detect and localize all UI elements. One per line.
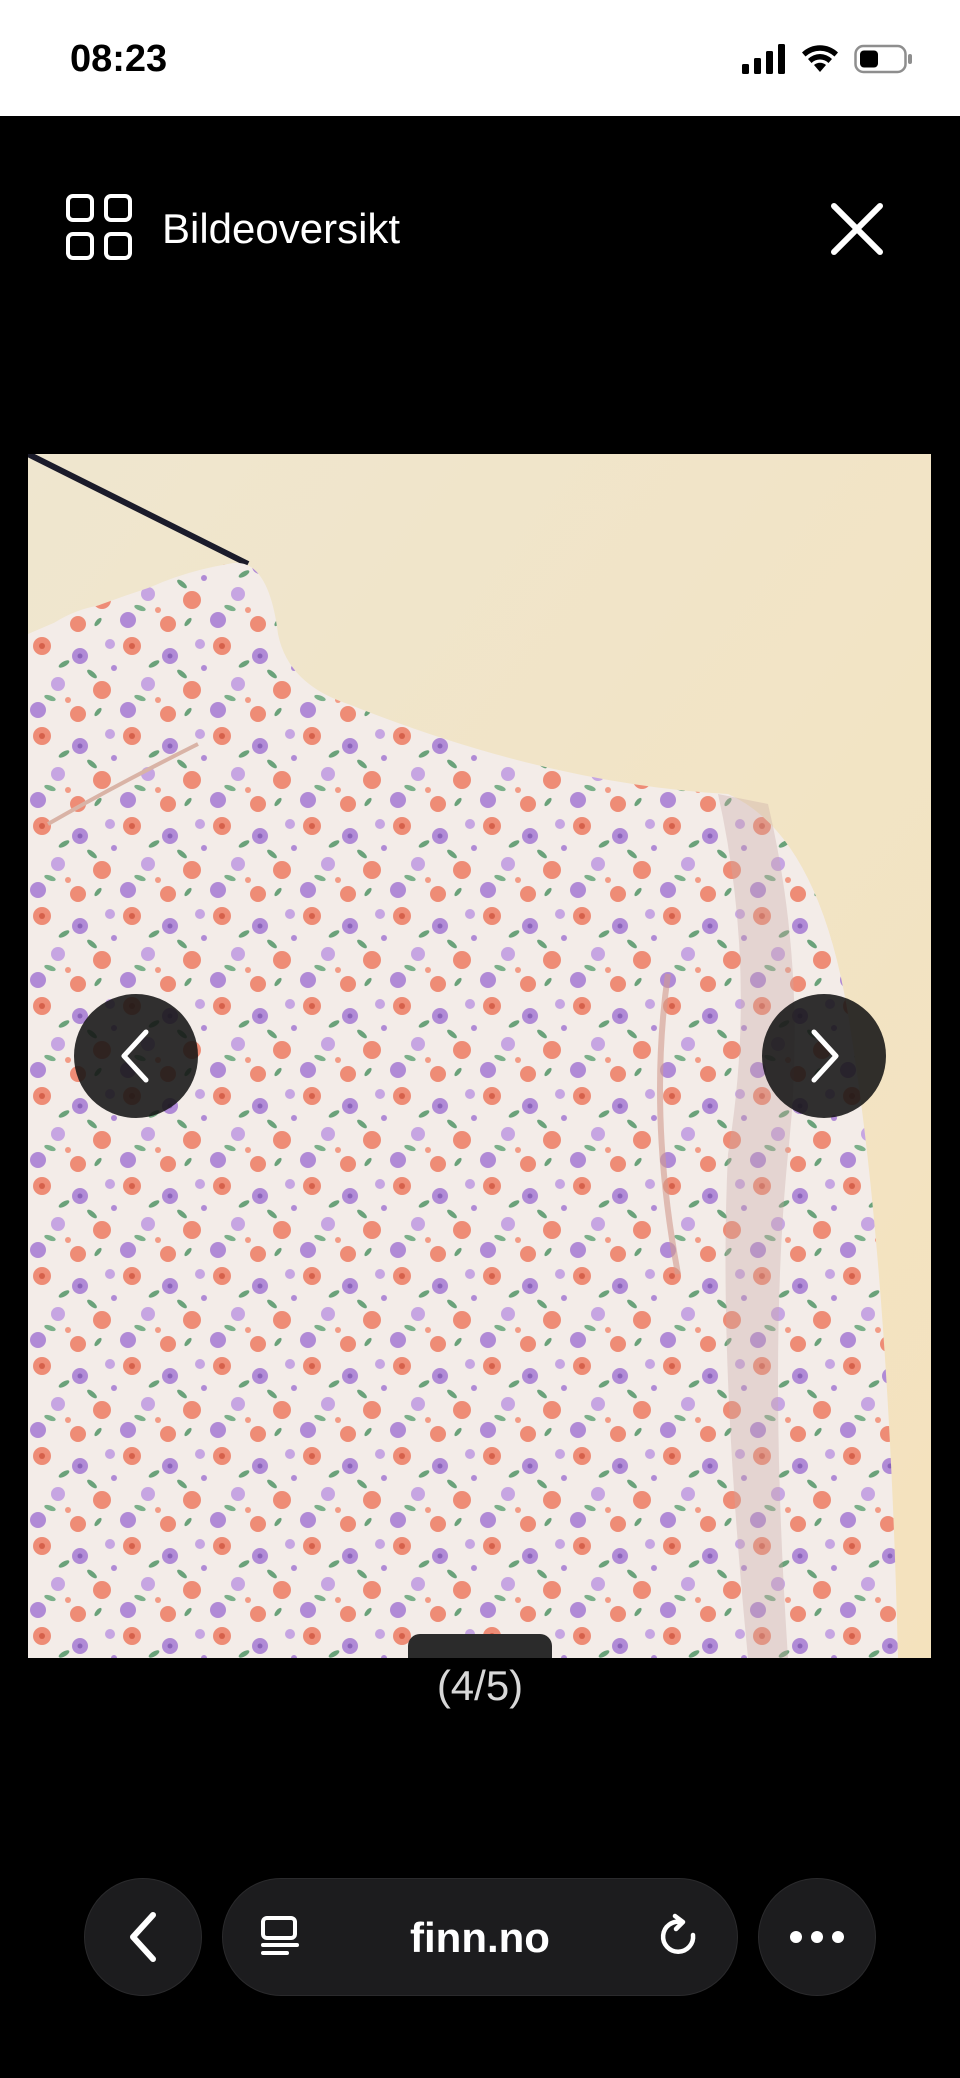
browser-back-button[interactable] [84, 1878, 202, 1996]
more-button[interactable] [758, 1878, 876, 1996]
image-overview-button[interactable]: Bildeoversikt [66, 193, 401, 265]
close-button[interactable] [828, 200, 886, 258]
chevron-left-icon [121, 1029, 149, 1083]
browser-toolbar: finn.no [0, 1860, 960, 2000]
more-icon [790, 1931, 844, 1943]
next-image-button[interactable] [762, 994, 886, 1118]
battery-icon [854, 44, 914, 79]
status-bar: 08:23 [0, 0, 960, 116]
status-icons [742, 43, 914, 79]
viewer-header: Bildeoversikt [0, 116, 960, 346]
close-icon [831, 203, 883, 255]
image-overview-label: Bildeoversikt [162, 205, 401, 252]
wifi-icon [800, 44, 840, 79]
grid-icon [66, 193, 132, 265]
reload-icon[interactable] [657, 1913, 703, 1966]
pager-handle [408, 1634, 552, 1658]
chevron-right-icon [811, 1029, 839, 1083]
image-counter: (4/5) [436, 1662, 524, 1709]
status-time: 08:23 [70, 38, 168, 80]
previous-image-button[interactable] [74, 994, 198, 1118]
cellular-signal-icon [742, 43, 786, 79]
chevron-left-icon [130, 1912, 156, 1962]
address-bar[interactable]: finn.no [222, 1878, 738, 1996]
